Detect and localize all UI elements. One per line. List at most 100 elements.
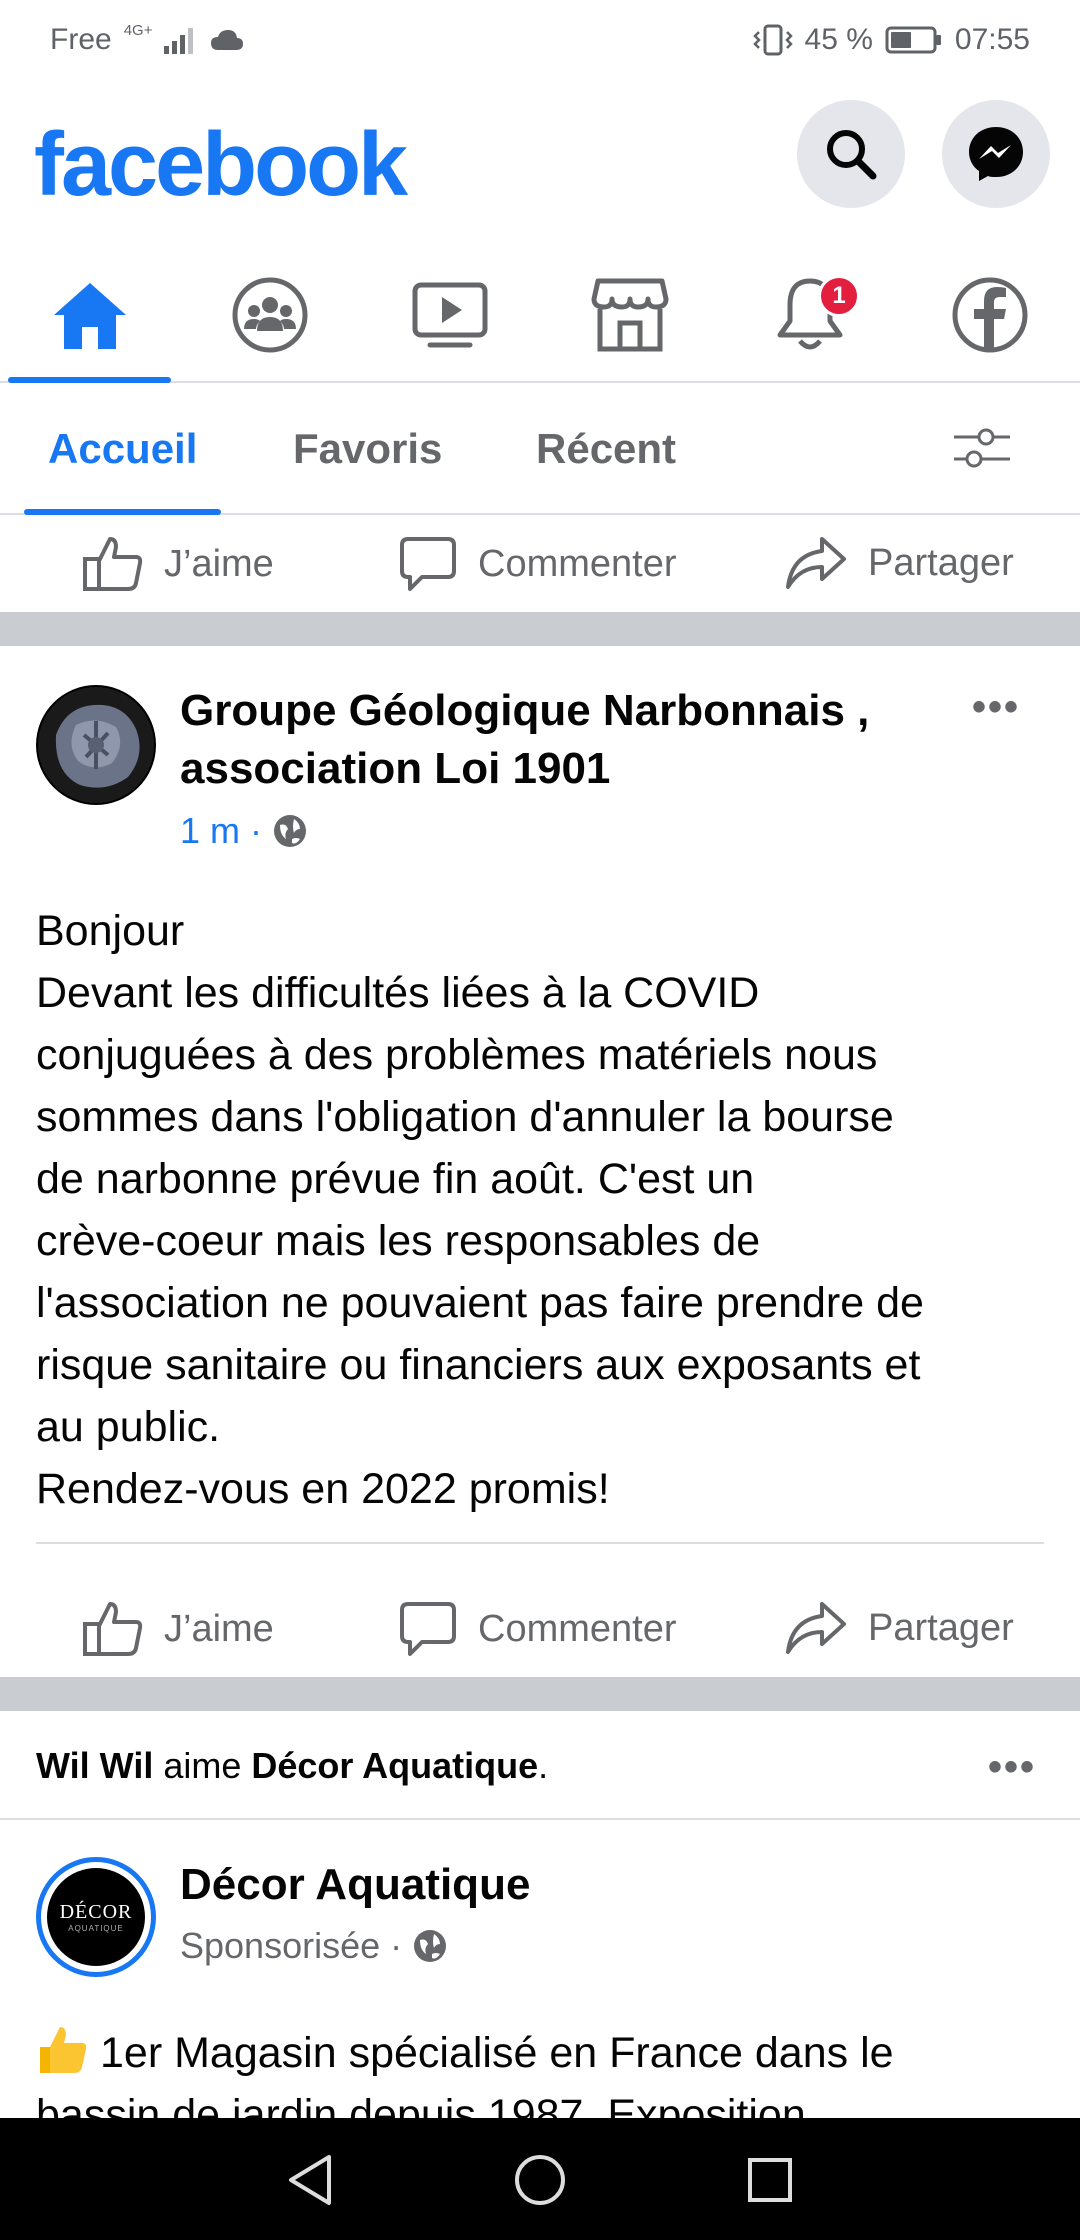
post-time[interactable]: 1 m (180, 810, 240, 852)
prev-post-actions: J’aime Commenter Partager (0, 515, 1080, 615)
search-button[interactable] (797, 100, 905, 208)
feed-tabs: Accueil Favoris Récent (0, 385, 1080, 515)
post-divider (36, 1542, 1044, 1544)
tab-recent[interactable]: Récent (536, 425, 676, 473)
activity-story: Wil Wil aime Décor Aquatique. (36, 1745, 548, 1787)
sponsor-line: 1er Magasin spécialisé en France dans le (36, 2022, 1056, 2084)
home-circle-icon (515, 2155, 565, 2205)
comment-icon (400, 537, 456, 591)
post-author-line2: association Loi 1901 (180, 744, 611, 793)
like-label: J’aime (164, 1607, 274, 1650)
feed-separator (0, 1677, 1080, 1711)
video-icon (412, 282, 488, 348)
status-bar: Free 4G+ 45 % 07:55 (0, 0, 1080, 80)
sponsored-label[interactable]: Sponsorisée (180, 1925, 380, 1967)
share-label: Partager (868, 541, 1014, 584)
story-more-button[interactable]: ••• (988, 1745, 1036, 1790)
comment-icon (400, 1602, 456, 1656)
story-page[interactable]: Décor Aquatique (251, 1745, 538, 1786)
thumbs-up-icon (83, 1602, 143, 1656)
sliders-icon (954, 428, 1010, 468)
back-button[interactable] (278, 2148, 342, 2212)
comment-label: Commenter (478, 542, 677, 585)
story-end: . (538, 1745, 549, 1786)
facebook-circle-icon (952, 277, 1028, 353)
battery-icon (885, 26, 941, 54)
nav-home[interactable] (20, 265, 160, 365)
comment-button[interactable]: Commenter (398, 535, 677, 593)
feed-separator (0, 612, 1080, 646)
thumbs-up-emoji-icon (40, 2027, 87, 2073)
post-line: Devant les difficultés liées à la COVID (36, 969, 760, 1017)
nav-menu[interactable] (920, 265, 1060, 365)
like-button[interactable]: J’aime (82, 1600, 274, 1658)
share-label: Partager (868, 1606, 1014, 1649)
sponsor-avatar[interactable]: DÉCOR AQUATIQUE (36, 1857, 156, 1977)
sponsor-meta: Sponsorisée · (180, 1925, 448, 1967)
tab-accueil[interactable]: Accueil (48, 425, 197, 473)
recents-button[interactable] (738, 2148, 802, 2212)
nav-watch[interactable] (380, 265, 520, 365)
facebook-logo[interactable]: facebook (34, 114, 408, 217)
app-header: facebook (0, 96, 1080, 226)
notification-badge: 1 (818, 275, 860, 317)
network-type: 4G+ (123, 21, 153, 39)
share-icon (786, 537, 846, 589)
nav-marketplace[interactable] (560, 265, 700, 365)
clock: 07:55 (954, 23, 1030, 56)
nav-active-indicator (8, 377, 171, 383)
system-nav-bar (0, 2118, 1080, 2240)
story-user[interactable]: Wil Wil (36, 1745, 153, 1786)
rock-image (38, 687, 154, 803)
sponsor-logo: DÉCOR AQUATIQUE (47, 1868, 145, 1966)
search-icon (827, 130, 877, 180)
battery-percent: 45 % (804, 23, 873, 56)
post-line: sommes dans l'obligation d'annuler la bo… (36, 1093, 894, 1141)
globe-icon (274, 815, 307, 847)
sponsor-logo-sub: AQUATIQUE (68, 1924, 124, 1933)
status-left: Free 4G+ (50, 21, 244, 57)
post-meta: 1 m · (180, 810, 308, 852)
story-divider (0, 1818, 1080, 1820)
post-line: au public. (36, 1403, 221, 1451)
tab-favoris[interactable]: Favoris (293, 425, 442, 473)
sponsor-name[interactable]: Décor Aquatique (180, 1856, 530, 1914)
vibrate-icon (752, 24, 793, 56)
comment-button[interactable]: Commenter (398, 1600, 677, 1658)
signal-icon (164, 28, 194, 54)
messenger-button[interactable] (942, 100, 1050, 208)
share-icon (786, 1602, 846, 1654)
main-nav: 1 (0, 255, 1080, 383)
marketplace-icon (591, 278, 669, 352)
messenger-icon (969, 127, 1023, 181)
filter-button[interactable] (950, 423, 1030, 483)
groups-icon (232, 277, 308, 353)
recents-square-icon (748, 2158, 792, 2202)
group-avatar[interactable] (36, 685, 156, 805)
thumbs-up-icon (83, 537, 143, 591)
share-button[interactable]: Partager (784, 535, 1014, 591)
nav-groups[interactable] (200, 265, 340, 365)
story-verb: aime (153, 1745, 252, 1786)
home-icon (54, 283, 126, 349)
like-button[interactable]: J’aime (82, 535, 274, 593)
meta-dot: · (250, 810, 263, 851)
like-label: J’aime (164, 542, 274, 585)
sponsor-logo-text: DÉCOR (59, 1901, 133, 1923)
comment-label: Commenter (478, 1607, 677, 1650)
carrier-label: Free (50, 23, 112, 56)
globe-icon (414, 1930, 447, 1962)
post-author[interactable]: Groupe Géologique Narbonnais , associati… (180, 682, 869, 798)
sponsor-line1: 1er Magasin spécialisé en France dans le (100, 2029, 894, 2077)
post-line: de narbonne prévue fin août. C'est un (36, 1155, 755, 1203)
post-actions: J’aime Commenter Partager (0, 1580, 1080, 1680)
post-line: conjuguées à des problèmes matériels nou… (36, 1031, 878, 1079)
nav-notifications[interactable]: 1 (740, 265, 880, 365)
meta-dot: · (390, 1925, 403, 1966)
post-more-button[interactable]: ••• (972, 685, 1020, 730)
cloud-icon (211, 30, 244, 50)
status-right: 45 % 07:55 (752, 23, 1030, 57)
home-button[interactable] (508, 2148, 572, 2212)
share-button[interactable]: Partager (784, 1600, 1014, 1656)
post-body: Bonjour Devant les difficultés liées à l… (36, 900, 1056, 1520)
